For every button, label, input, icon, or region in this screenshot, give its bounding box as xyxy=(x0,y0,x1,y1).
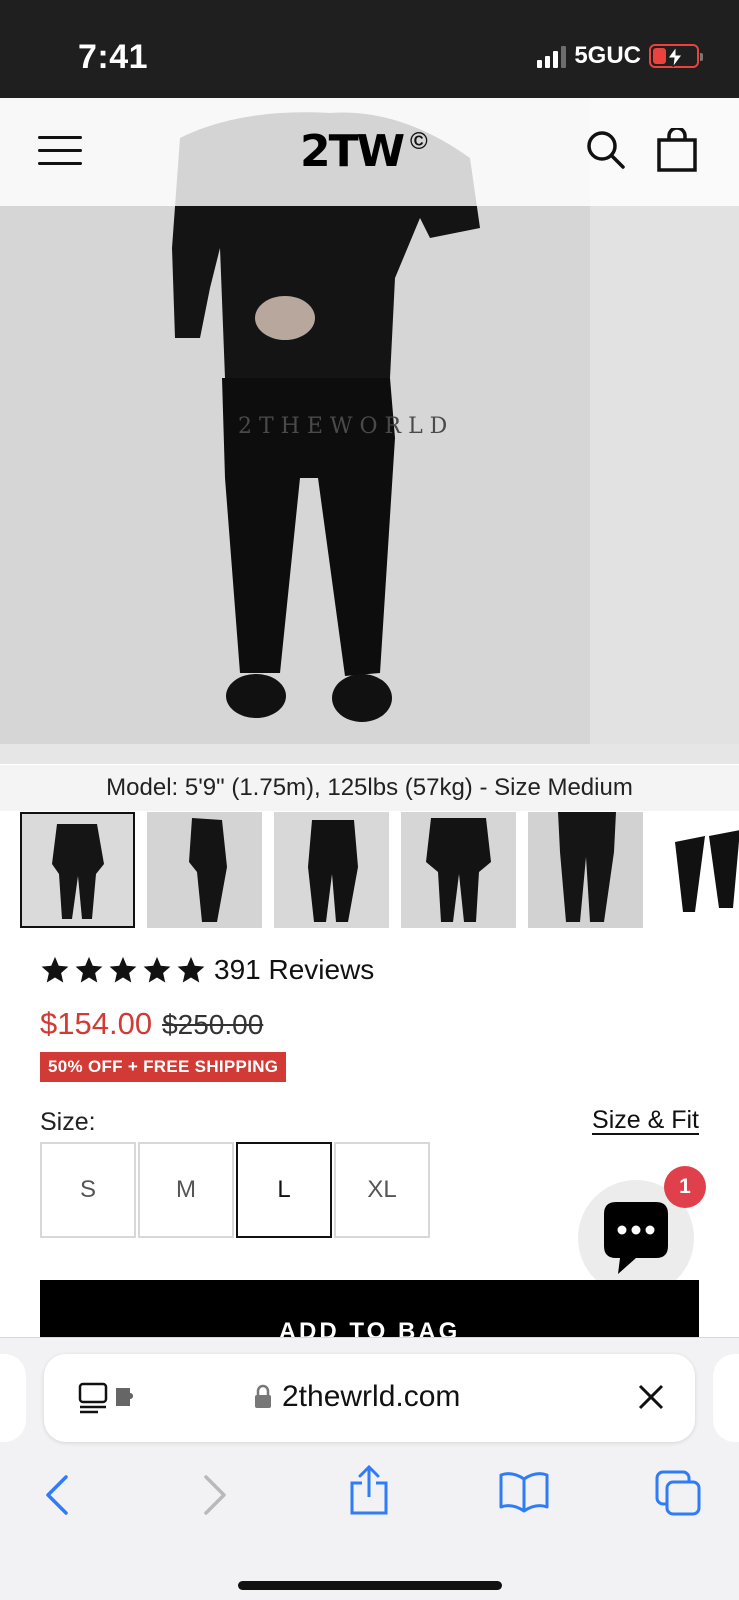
status-time: 7:41 xyxy=(78,38,149,76)
shopping-bag-icon xyxy=(657,126,697,172)
star-icon xyxy=(143,956,171,983)
share-icon[interactable] xyxy=(348,1463,390,1517)
svg-text:2 T H E W O R L D: 2 T H E W O R L D xyxy=(238,414,447,439)
bookmarks-icon[interactable] xyxy=(498,1469,550,1513)
menu-button[interactable] xyxy=(38,134,84,168)
status-indicators: 5GUC xyxy=(537,42,703,70)
star-icon xyxy=(75,956,103,983)
star-icon xyxy=(109,956,137,983)
url-text: 2thewrld.com xyxy=(282,1380,461,1413)
back-icon[interactable] xyxy=(42,1473,72,1517)
forward-icon[interactable] xyxy=(200,1473,230,1517)
home-indicator xyxy=(238,1581,502,1590)
thumbnail-image xyxy=(22,814,133,926)
site-header: 2TW © xyxy=(0,98,739,206)
battery-icon xyxy=(649,44,703,68)
thumbnail-2[interactable] xyxy=(147,812,262,928)
size-option-l[interactable]: L xyxy=(236,1142,332,1238)
browser-nav xyxy=(0,1463,739,1533)
charging-bolt-icon xyxy=(668,47,682,67)
reader-extensions-icon xyxy=(78,1382,133,1414)
thumbnail-6[interactable] xyxy=(655,812,739,928)
thumbnail-image xyxy=(274,812,389,928)
thumbnail-3[interactable] xyxy=(274,812,389,928)
lock-icon xyxy=(255,1384,271,1408)
thumbnail-image xyxy=(528,812,643,928)
size-selector: S M L XL xyxy=(40,1142,430,1238)
clear-url-icon xyxy=(638,1384,664,1410)
add-to-bag-button[interactable]: ADD TO BAG xyxy=(40,1280,699,1338)
thumbnail-4[interactable] xyxy=(401,812,516,928)
search-icon xyxy=(587,131,625,169)
add-to-bag-label: ADD TO BAG xyxy=(278,1318,461,1338)
thumbnail-image xyxy=(655,812,739,928)
sale-price: $154.00 xyxy=(40,1006,153,1041)
promo-badge: 50% OFF + FREE SHIPPING xyxy=(40,1052,287,1082)
thumbnail-strip xyxy=(20,812,739,930)
signal-icon xyxy=(537,44,567,68)
star-icon xyxy=(177,956,205,983)
size-label: Size: xyxy=(40,1108,96,1136)
browser-toolbar: 2thewrld.com xyxy=(0,1337,739,1600)
thumbnail-1[interactable] xyxy=(20,812,135,928)
size-option-xl[interactable]: XL xyxy=(334,1142,430,1238)
previous-tab-peek[interactable] xyxy=(0,1354,26,1442)
reviews-count: 391 Reviews xyxy=(214,954,375,985)
chat-notification-badge: 1 xyxy=(664,1166,706,1208)
battery-fill xyxy=(653,48,666,64)
cart-button[interactable] xyxy=(656,126,698,172)
image-caption: Model: 5'9" (1.75m), 125lbs (57kg) - Siz… xyxy=(0,765,739,811)
thumbnail-5[interactable] xyxy=(528,812,643,928)
logo-copyright-mark: © xyxy=(410,128,428,155)
reviews-summary[interactable]: 391 Reviews xyxy=(40,954,374,986)
tabs-icon[interactable] xyxy=(654,1469,702,1517)
next-tab-peek[interactable] xyxy=(713,1354,739,1442)
size-option-s[interactable]: S xyxy=(40,1142,136,1238)
price-row: $154.00 $250.00 xyxy=(40,1006,263,1042)
compare-at-price: $250.00 xyxy=(162,1009,264,1040)
site-logo[interactable]: 2TW xyxy=(300,126,405,177)
network-label: 5GUC xyxy=(574,42,641,69)
size-fit-link[interactable]: Size & Fit xyxy=(592,1106,699,1135)
thumbnail-image xyxy=(147,812,262,928)
address-bar[interactable]: 2thewrld.com xyxy=(44,1354,695,1442)
status-bar: 7:41 5GUC xyxy=(0,0,739,98)
size-option-m[interactable]: M xyxy=(138,1142,234,1238)
search-button[interactable] xyxy=(586,130,626,170)
star-rating xyxy=(40,955,206,985)
thumbnail-image xyxy=(401,812,516,928)
star-icon xyxy=(41,956,69,983)
